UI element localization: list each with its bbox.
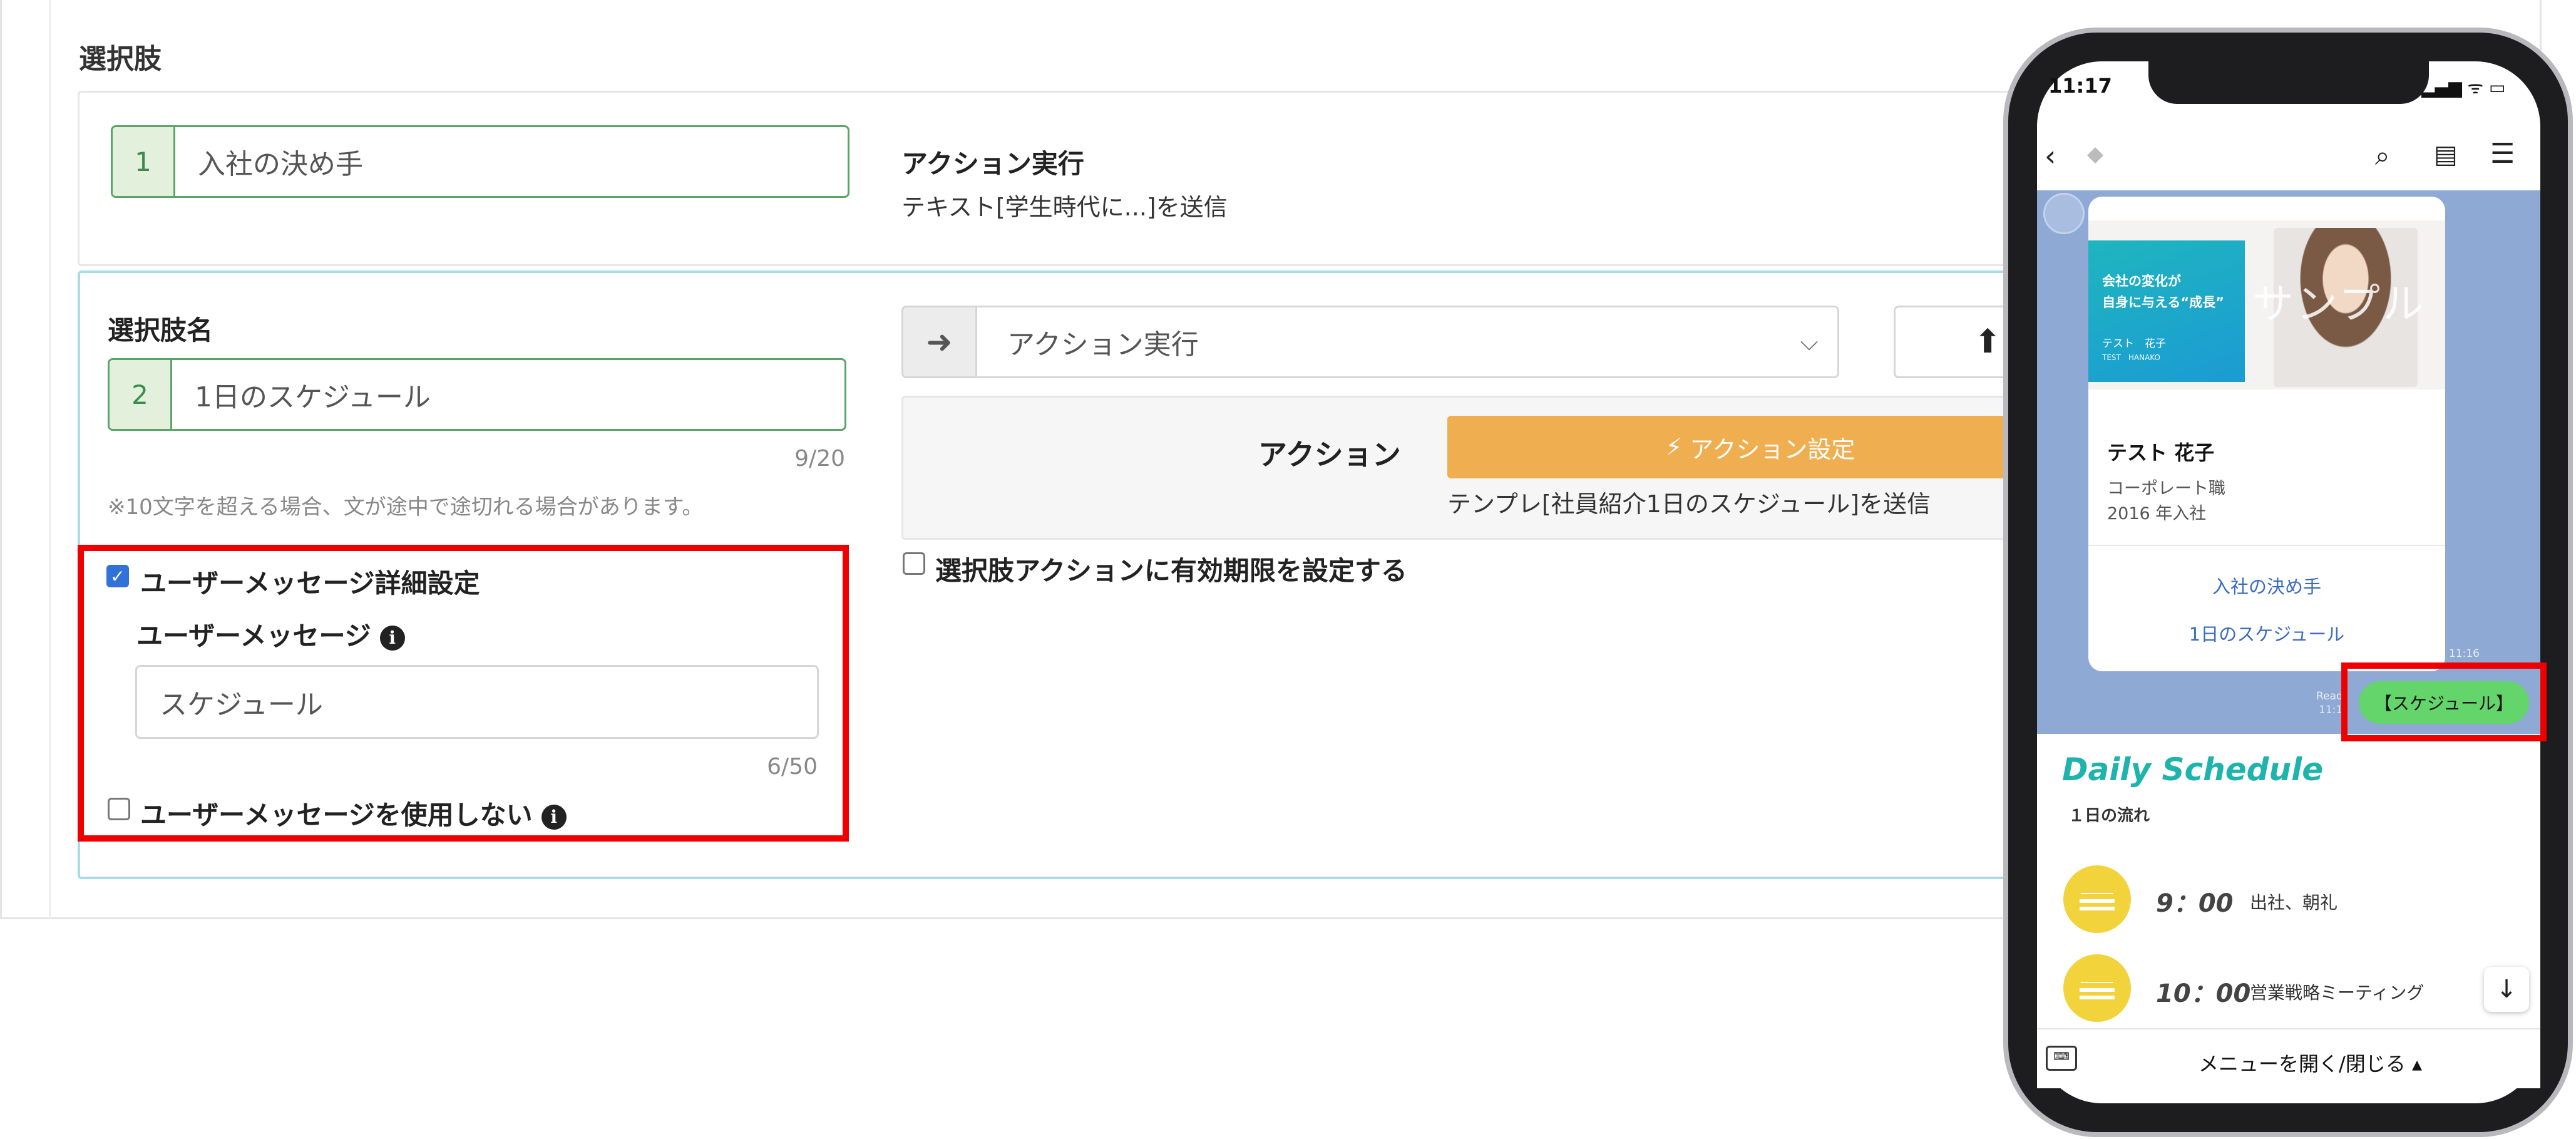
card-divider [2088,545,2445,546]
choice-2-input[interactable]: 2 1日のスケジュール [108,358,846,431]
read-time: 11:1 [2319,704,2343,716]
schedule-time-2: 10：00 [2156,979,2251,1008]
card-headline: 会社の変化が 自身に与える“成長” [2102,274,2224,310]
arrow-up-icon: ⬆ [1974,323,2001,361]
back-icon[interactable]: ‹ [2045,139,2056,173]
action-settings-label: アクション設定 [1690,435,1855,463]
chat-header [2037,125,2540,190]
section-title: 選択肢 [79,43,162,75]
sample-watermark: サンプル [2252,280,2427,328]
avatar[interactable] [2043,193,2085,234]
action-type-select[interactable]: ➜ アクション実行 ⌵ [901,306,1839,378]
read-label: Read [2316,690,2343,703]
lightning-icon: ⚡ [1665,433,1683,461]
status-icons: ▂▄▆ ᯤ ▭ [2421,77,2506,98]
chevron-down-icon: ⌵ [1800,327,1819,356]
card-name-jp: テスト 花子 [2102,338,2166,350]
action-desc: テンプレ[社員紹介1日のスケジュール]を送信 [1447,490,1931,518]
arrow-right-icon: ➜ [903,307,977,376]
card-headline-panel: 会社の変化が 自身に与える“成長” テスト 花子 TEST HANAKO [2088,240,2245,382]
expiry-checkbox[interactable] [903,552,925,575]
sun-icon [2063,865,2131,933]
choice-2-hint: ※10文字を超える場合、文が途中で途切れる場合があります。 [108,495,704,520]
choice-2-number: 2 [110,360,172,429]
card-person-name: テスト 花子 [2107,441,2215,465]
arrow-down-icon: ↓ [2496,975,2517,1004]
daily-schedule-title: Daily Schedule [2062,751,2324,788]
choice-1-action-desc: テキスト[学生時代に...]を送信 [901,193,1228,221]
keyboard-icon[interactable]: ⌨ [2046,1046,2077,1071]
choice-1-action-title: アクション実行 [901,148,1084,179]
schedule-text-1: 出社、朝礼 [2250,892,2338,913]
search-icon[interactable]: ⌕ [2375,140,2390,172]
choice-name-label: 選択肢名 [108,315,213,346]
daily-schedule-subtitle: １日の流れ [2068,807,2150,825]
choice-1-value: 入社の決め手 [198,148,363,180]
schedule-text-2: 営業戦略ミーティング [2250,982,2425,1003]
card-role: コーポレート職 [2107,479,2225,498]
note-icon[interactable]: ▤ [2434,140,2458,169]
menu-icon[interactable]: ☰ [2490,138,2515,170]
card-time: 11:16 [2449,647,2480,660]
choice-1-input[interactable]: 1 入社の決め手 [111,125,849,198]
menu-toggle-label[interactable]: メニューを開く/閉じる ▴ [2199,1048,2422,1077]
card-option-2[interactable]: 1日のスケジュール [2088,620,2445,646]
card-name-en: TEST HANAKO [2102,353,2160,362]
highlight-box-bubble [2341,662,2547,741]
card-option-1[interactable]: 入社の決め手 [2088,572,2445,599]
status-time: 11:17 [2048,74,2112,98]
choice-card-1[interactable]: 1 入社の決め手 [78,91,2118,266]
panel-divider [49,0,51,919]
phone-notch [2148,60,2429,104]
choice-2-value: 1日のスケジュール [195,381,431,413]
choice-2-counter: 9/20 [794,446,845,472]
sun-icon [2063,954,2131,1022]
shield-icon: ◆ [2087,142,2104,167]
schedule-time-1: 9：00 [2156,889,2234,918]
expiry-label: 選択肢アクションに有効期限を設定する [935,555,1407,586]
choice-1-number: 1 [113,127,175,196]
profile-card: 会社の変化が 自身に与える“成長” テスト 花子 TEST HANAKO サンプル… [2088,197,2445,671]
action-settings-button[interactable]: ⚡ アクション設定 [1447,416,2073,478]
scroll-down-button[interactable]: ↓ [2484,967,2529,1012]
highlight-box-user-message [78,545,849,842]
card-year: 2016 年入社 [2107,504,2207,523]
action-type-value: アクション実行 [1007,329,1199,361]
action-label: アクション [1258,438,1401,472]
